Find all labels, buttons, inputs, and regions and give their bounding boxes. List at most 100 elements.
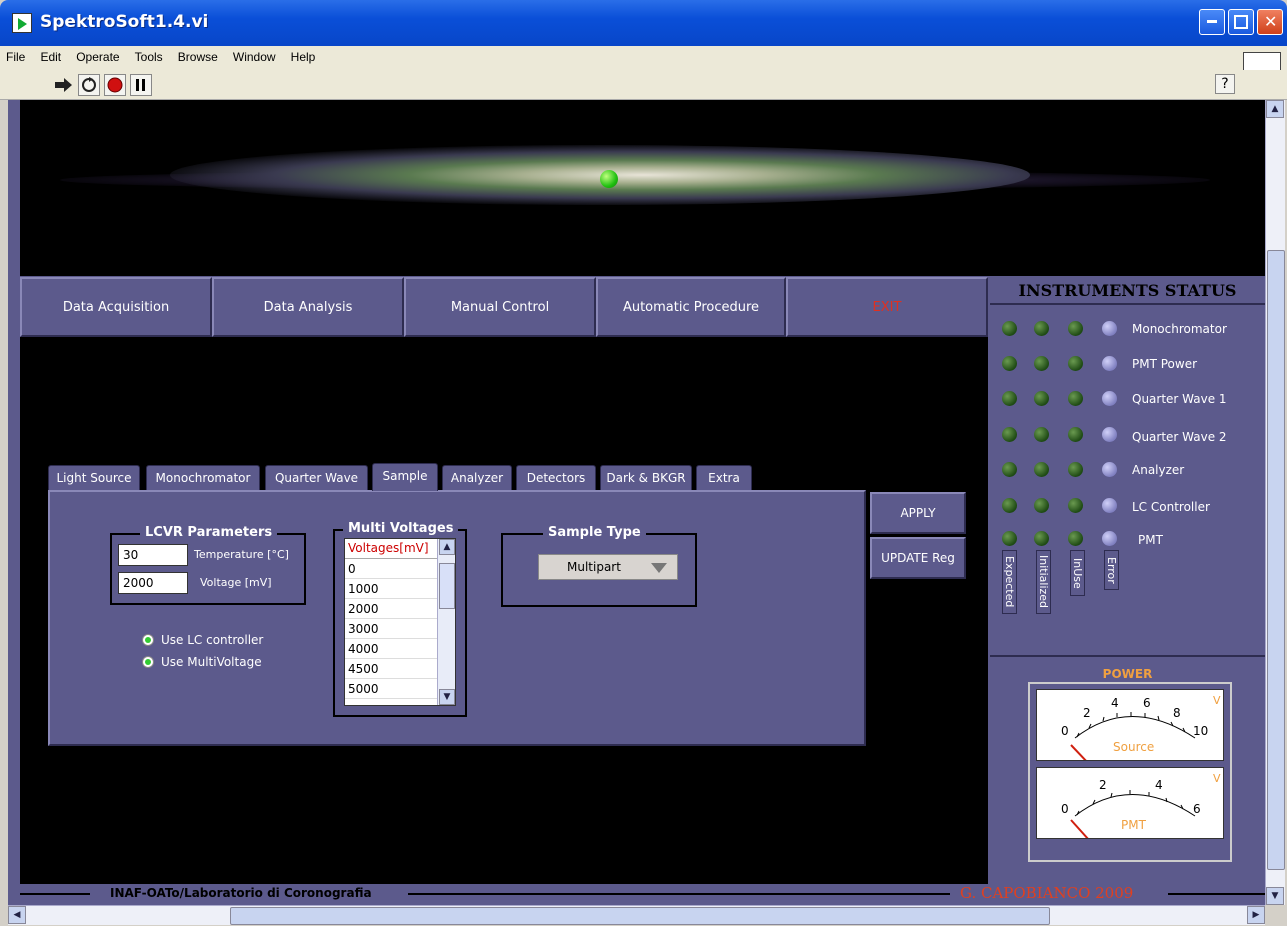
status-label: LC Controller [1132, 500, 1210, 514]
menu-browse[interactable]: Browse [172, 46, 222, 64]
footer-left-text: INAF-OATo/Laboratorio di Coronografia [110, 886, 372, 900]
nav-data-acquisition[interactable]: Data Acquisition [20, 277, 212, 337]
scroll-up-icon[interactable]: ▲ [439, 539, 455, 555]
temperature-label: Temperature [°C] [194, 548, 289, 561]
temperature-input[interactable]: 30 [118, 544, 188, 566]
tab-monochromator[interactable]: Monochromator [146, 465, 260, 491]
status-label: PMT Power [1132, 357, 1198, 371]
instruments-status-panel: INSTRUMENTS STATUS Monochromator PMT Pow… [990, 277, 1265, 652]
initialized-led [1034, 321, 1049, 336]
scroll-thumb[interactable] [439, 563, 455, 609]
minimize-button[interactable] [1199, 9, 1225, 35]
scroll-down-icon[interactable]: ▼ [439, 689, 455, 705]
pmt-tick: 0 [1061, 802, 1069, 816]
footer-line [1168, 893, 1265, 895]
expected-led [1002, 498, 1017, 513]
tab-detectors[interactable]: Detectors [516, 465, 596, 491]
source-tick: 4 [1111, 696, 1119, 710]
pmt-label: PMT [1121, 818, 1146, 832]
col-initialized-label: Initialized [1036, 550, 1051, 614]
tab-dark-bkgr[interactable]: Dark & BKGR [600, 465, 692, 491]
tab-light-source[interactable]: Light Source [48, 465, 140, 491]
source-tick: 2 [1083, 706, 1091, 720]
tab-quarter-wave[interactable]: Quarter Wave [265, 465, 368, 491]
chevron-down-icon [651, 563, 667, 573]
status-label: Analyzer [1132, 463, 1185, 477]
vertical-scroll-thumb[interactable] [1267, 250, 1285, 870]
voltage-input[interactable]: 2000 [118, 572, 188, 594]
use-multivoltage-radio[interactable] [142, 656, 154, 668]
error-led [1102, 462, 1117, 477]
lcvr-title: LCVR Parameters [140, 525, 278, 540]
tab-analyzer[interactable]: Analyzer [442, 465, 512, 491]
pmt-tick: 4 [1155, 778, 1163, 792]
inuse-led [1068, 321, 1083, 336]
menu-edit[interactable]: Edit [34, 46, 65, 64]
inuse-led [1068, 462, 1083, 477]
col-inuse-label: InUse [1070, 550, 1085, 596]
tab-extra[interactable]: Extra [696, 465, 752, 491]
sample-type-title: Sample Type [543, 525, 646, 540]
voltages-listbox[interactable]: Voltages[mV] 0 1000 2000 3000 4000 4500 … [344, 538, 456, 706]
update-reg-button[interactable]: UPDATE Reg [870, 537, 966, 579]
horizontal-scrollbar[interactable]: ◀ ▶ [8, 905, 1265, 925]
menu-file[interactable]: File [0, 46, 29, 64]
galaxy-banner [20, 100, 1265, 276]
menu-tools[interactable]: Tools [129, 46, 167, 64]
nav-manual-control[interactable]: Manual Control [404, 277, 596, 337]
sample-type-dropdown[interactable]: Multipart [538, 554, 678, 580]
status-label: PMT [1138, 533, 1163, 547]
run-arrow-icon[interactable] [52, 74, 74, 96]
use-lc-label: Use LC controller [161, 633, 264, 647]
error-led [1102, 427, 1117, 442]
expected-led [1002, 531, 1017, 546]
pmt-tick: 6 [1193, 802, 1201, 816]
menu-operate[interactable]: Operate [70, 46, 123, 64]
menu-window[interactable]: Window [227, 46, 280, 64]
status-label: Monochromator [1132, 322, 1227, 336]
power-panel: POWER 0 2 4 6 8 10 V Source 0 2 4 6 V PM… [990, 655, 1265, 885]
initialized-led [1034, 427, 1049, 442]
inuse-led [1068, 427, 1083, 442]
error-led [1102, 531, 1117, 546]
scroll-left-icon[interactable]: ◀ [8, 906, 26, 924]
power-meters-frame: 0 2 4 6 8 10 V Source 0 2 4 6 V PMT [1028, 682, 1232, 862]
expected-led [1002, 356, 1017, 371]
nav-automatic-procedure[interactable]: Automatic Procedure [596, 277, 786, 337]
apply-button[interactable]: APPLY [870, 492, 966, 534]
initialized-led [1034, 498, 1049, 513]
window-title: SpektroSoft1.4.vi [40, 12, 209, 32]
title-bar: SpektroSoft1.4.vi ✕ [0, 0, 1287, 46]
abort-icon[interactable] [104, 74, 126, 96]
source-tick: 0 [1061, 724, 1069, 738]
pause-icon[interactable] [130, 74, 152, 96]
exit-button[interactable]: EXIT [786, 277, 988, 337]
scroll-right-icon[interactable]: ▶ [1247, 906, 1265, 924]
scroll-up-icon[interactable]: ▲ [1266, 100, 1284, 118]
front-panel: Data Acquisition Data Analysis Manual Co… [8, 100, 1265, 905]
horizontal-scroll-thumb[interactable] [230, 907, 1050, 925]
initialized-led [1034, 356, 1049, 371]
use-lc-radio[interactable] [142, 634, 154, 646]
initialized-led [1034, 531, 1049, 546]
maximize-button[interactable] [1228, 9, 1254, 35]
run-continuously-icon[interactable] [78, 74, 100, 96]
initialized-led [1034, 462, 1049, 477]
context-help-icon[interactable]: ? [1215, 74, 1235, 94]
close-button[interactable]: ✕ [1257, 9, 1283, 35]
nav-data-analysis[interactable]: Data Analysis [212, 277, 404, 337]
menu-help[interactable]: Help [285, 46, 320, 64]
source-meter: 0 2 4 6 8 10 V Source [1036, 689, 1224, 761]
status-label: Quarter Wave 2 [1132, 430, 1227, 444]
inuse-led [1068, 531, 1083, 546]
list-scrollbar[interactable]: ▲ ▼ [437, 539, 455, 705]
expected-led [1002, 391, 1017, 406]
footer-bar: INAF-OATo/Laboratorio di Coronografia G.… [20, 884, 1265, 904]
scroll-down-icon[interactable]: ▼ [1266, 887, 1284, 905]
expected-led [1002, 321, 1017, 336]
inuse-led [1068, 391, 1083, 406]
multi-voltages-title: Multi Voltages [343, 521, 459, 536]
vertical-scrollbar[interactable]: ▲ ▼ [1265, 100, 1285, 905]
tab-sample[interactable]: Sample [372, 463, 438, 491]
footer-line [408, 893, 950, 895]
